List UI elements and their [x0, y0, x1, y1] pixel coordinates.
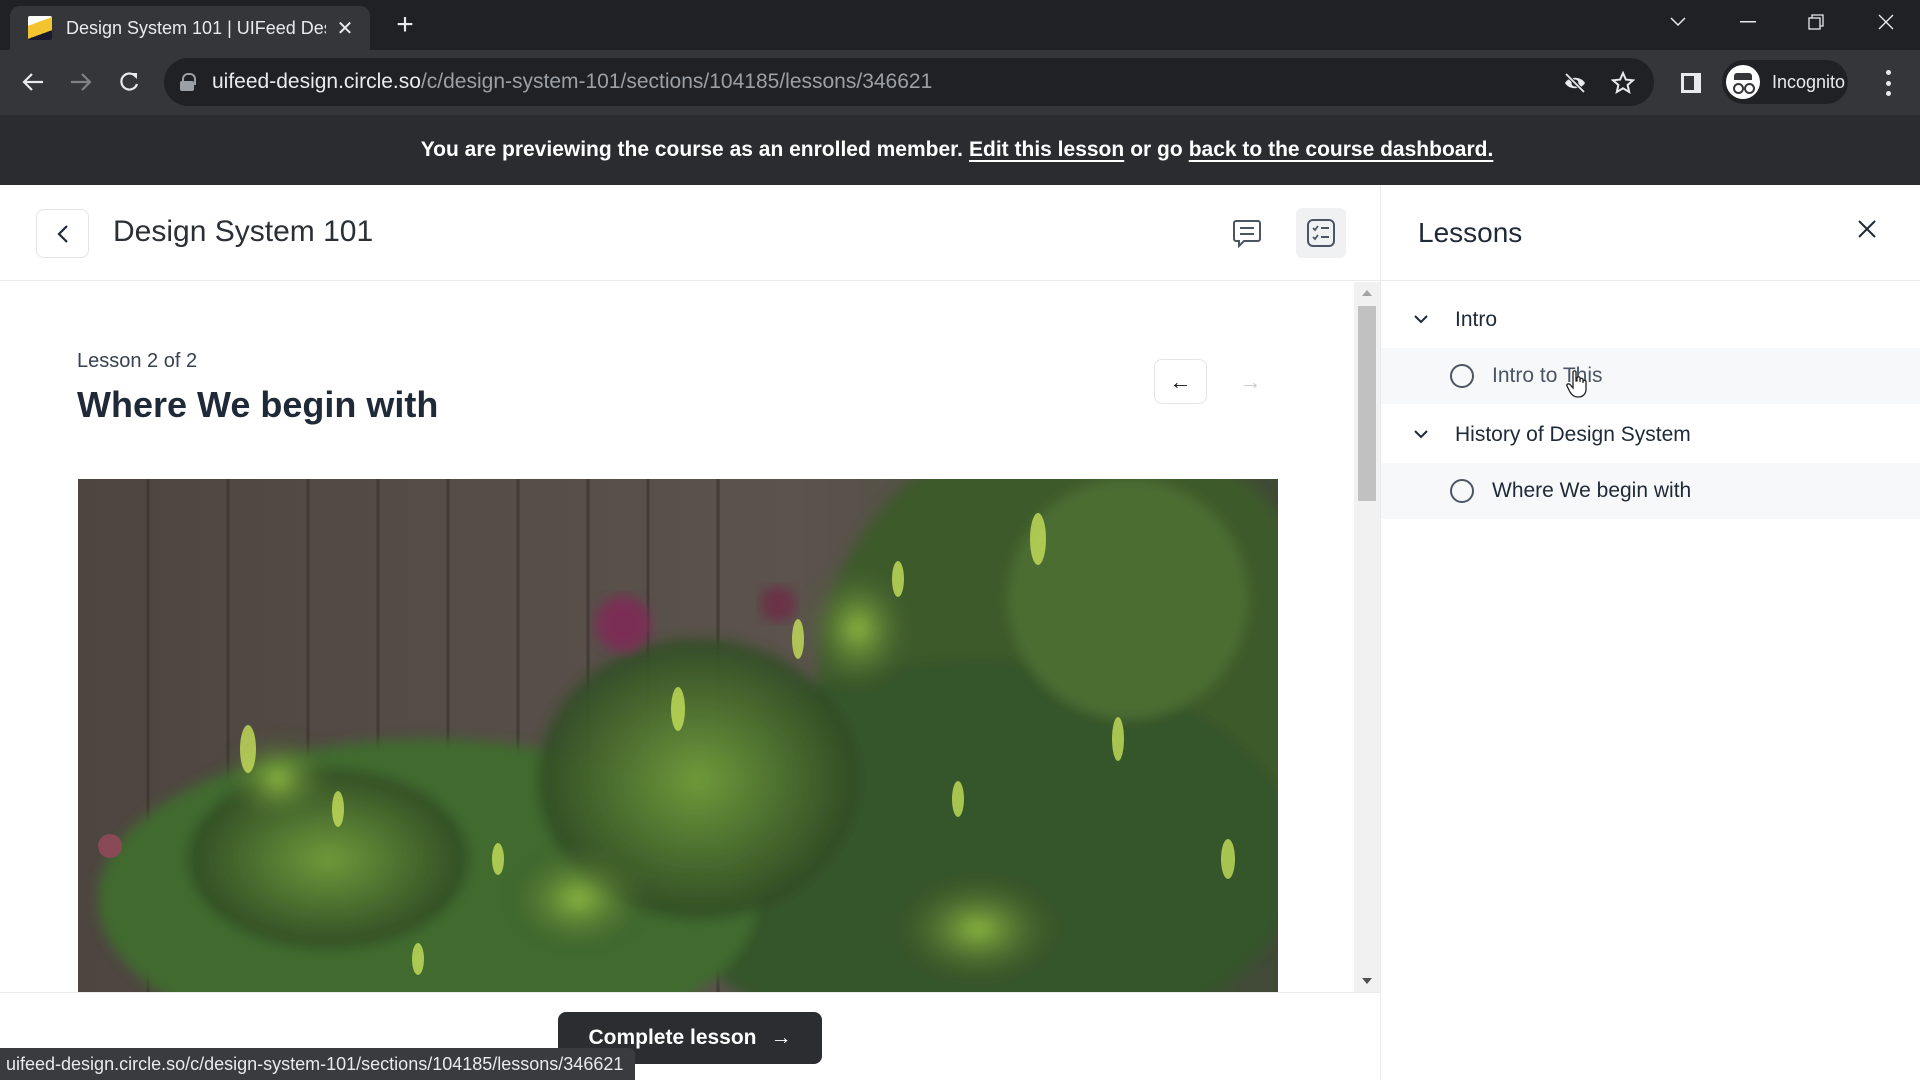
incognito-profile-button[interactable]: Incognito [1722, 60, 1848, 104]
lessons-sidebar-header: Lessons [1381, 185, 1920, 281]
lesson-counter: Lesson 2 of 2 [77, 350, 198, 372]
back-arrow-icon[interactable] [13, 62, 53, 102]
lesson-title: Where We begin with [77, 384, 439, 425]
profile-label: Incognito [1772, 71, 1846, 92]
minimize-icon[interactable] [1718, 0, 1778, 44]
edit-lesson-link[interactable]: Edit this lesson [969, 138, 1124, 162]
scroll-down-arrow-icon[interactable] [1362, 978, 1372, 984]
section-intro[interactable]: Intro [1381, 291, 1920, 348]
site-favicon-icon [28, 16, 52, 40]
close-icon [1858, 220, 1876, 238]
section-label: History of Design System [1455, 422, 1691, 446]
incomplete-circle-icon [1450, 479, 1474, 503]
url-text[interactable]: uifeed-design.circle.so/c/design-system-… [212, 70, 932, 94]
address-bar[interactable]: uifeed-design.circle.so/c/design-system-… [164, 58, 1654, 106]
kebab-menu-icon[interactable] [1876, 68, 1900, 98]
browser-toolbar: uifeed-design.circle.so/c/design-system-… [0, 50, 1920, 115]
banner-text-middle: or go [1130, 138, 1183, 161]
url-path: /c/design-system-101/sections/104185/les… [420, 70, 933, 93]
url-host: uifeed-design.circle.so [212, 70, 421, 93]
lesson-label: Where We begin with [1492, 479, 1692, 502]
course-title: Design System 101 [113, 215, 374, 248]
lesson-video[interactable] [78, 479, 1278, 992]
arrow-left-icon: ← [1169, 368, 1192, 394]
video-frame-image [78, 479, 1278, 992]
tab-search-chevron-icon[interactable] [1648, 0, 1708, 44]
comment-icon [1233, 220, 1261, 249]
arrow-right-icon: → [770, 1026, 792, 1049]
restore-icon[interactable] [1786, 0, 1846, 44]
lesson-item-intro-to-this[interactable]: Intro to This [1381, 348, 1920, 404]
side-panel-icon[interactable] [1676, 68, 1706, 98]
window-close-icon[interactable] [1856, 0, 1916, 44]
lessons-toggle-button[interactable] [1296, 208, 1346, 258]
scrollbar-thumb[interactable] [1358, 306, 1376, 501]
section-history-of-design-system[interactable]: History of Design System [1381, 406, 1920, 463]
chevron-down-icon [1411, 315, 1431, 324]
reload-icon[interactable] [109, 62, 149, 102]
bookmark-star-icon[interactable] [1608, 68, 1638, 98]
browser-tab[interactable]: Design System 101 | UIFeed Desi ✕ [10, 6, 370, 50]
banner-text: You are previewing the course as an enro… [420, 138, 964, 161]
lesson-content: Lesson 2 of 2 Where We begin with ← → [0, 282, 1354, 992]
tab-title: Design System 101 | UIFeed Desi [66, 17, 326, 38]
lock-icon[interactable] [180, 73, 196, 91]
browser-status-bar: uifeed-design.circle.so/c/design-system-… [0, 1048, 636, 1080]
chevron-left-icon [56, 224, 68, 243]
comments-button[interactable] [1222, 208, 1272, 258]
lessons-title: Lessons [1418, 217, 1523, 248]
section-label: Intro [1455, 307, 1498, 331]
hand-pointer-cursor-icon [1566, 370, 1588, 403]
preview-banner: You are previewing the course as an enro… [0, 115, 1920, 185]
eye-off-icon[interactable] [1560, 68, 1590, 98]
complete-lesson-label: Complete lesson [588, 1026, 757, 1049]
course-header: Design System 101 [0, 185, 1380, 281]
arrow-right-icon: → [1239, 368, 1262, 394]
browser-tab-bar: Design System 101 | UIFeed Desi ✕ + [0, 0, 1920, 50]
new-tab-plus-icon[interactable]: + [390, 8, 420, 42]
next-lesson-button[interactable]: → [1224, 359, 1277, 404]
previous-lesson-button[interactable]: ← [1154, 359, 1207, 404]
incognito-icon [1726, 65, 1760, 99]
scroll-up-arrow-icon[interactable] [1362, 290, 1372, 296]
lessons-sidebar: Lessons Intro Intro to This History of D… [1380, 185, 1920, 1080]
back-button[interactable] [36, 209, 89, 258]
course-dashboard-link[interactable]: back to the course dashboard. [1189, 138, 1494, 162]
forward-arrow-icon[interactable] [61, 62, 101, 102]
close-sidebar-button[interactable] [1851, 213, 1883, 245]
content-scrollbar[interactable] [1354, 282, 1380, 992]
incomplete-circle-icon [1450, 364, 1474, 388]
checklist-icon [1307, 219, 1335, 247]
tab-close-icon[interactable]: ✕ [334, 16, 356, 41]
chevron-down-icon [1411, 430, 1431, 439]
lesson-item-where-we-begin-with[interactable]: Where We begin with [1381, 463, 1920, 519]
